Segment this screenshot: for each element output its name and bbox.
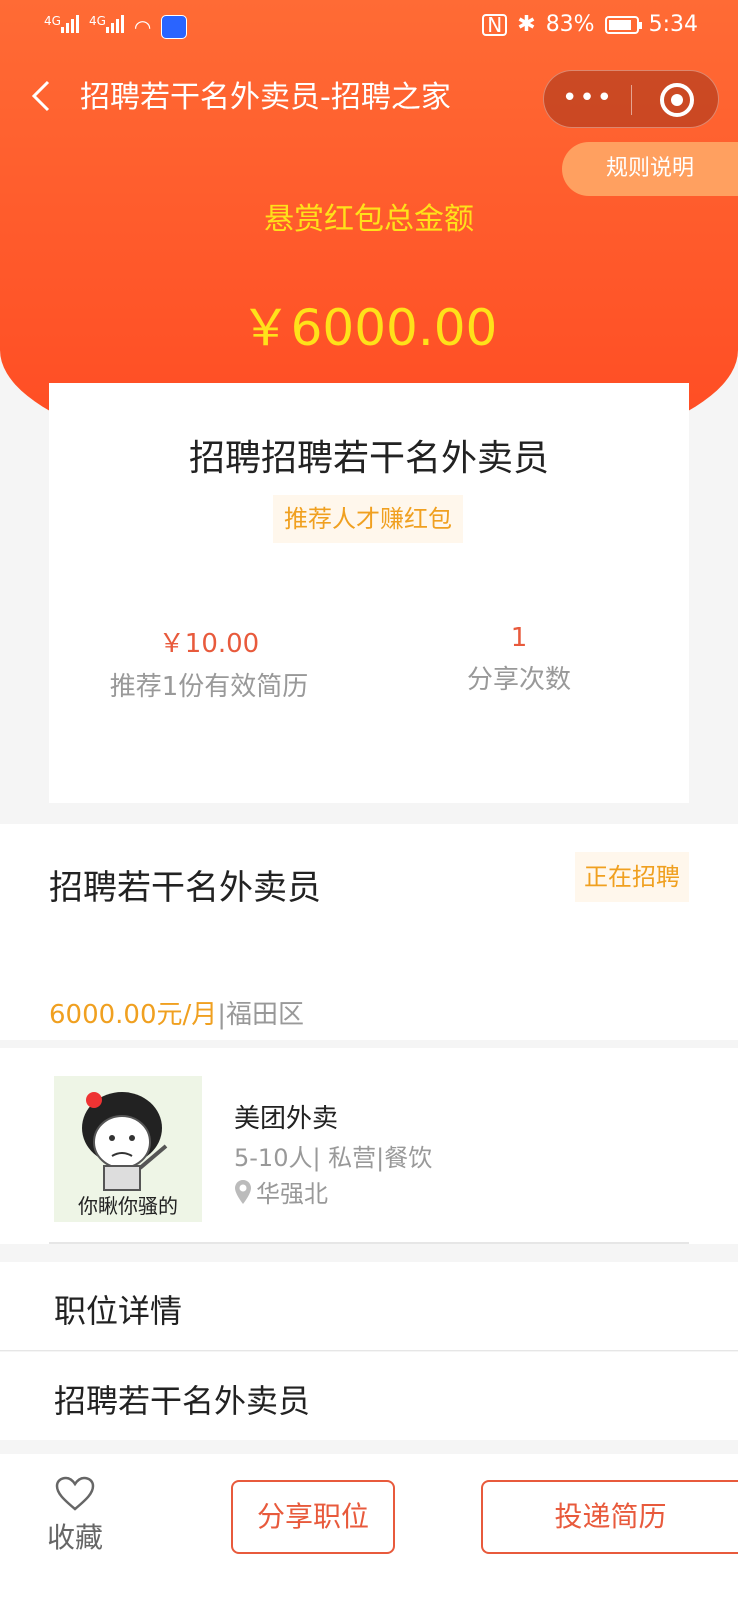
- stat-label: 分享次数: [466, 665, 571, 695]
- location-text: 华强北: [256, 1180, 328, 1208]
- stat-label: 推荐1份有效简历: [109, 672, 309, 702]
- district: 福田区: [226, 1000, 305, 1030]
- company-location: 华强北: [234, 1174, 328, 1209]
- referral-tag: 推荐人才赚红包: [273, 495, 463, 543]
- battery-percent: 83%: [545, 12, 595, 37]
- job-summary: 招聘若干名外卖员 正在招聘 6000.00元/月|福田区: [0, 824, 738, 1040]
- status-badge: 正在招聘: [575, 852, 689, 902]
- rules-button[interactable]: 规则说明: [562, 142, 738, 196]
- wifi-icon: ◠: [133, 14, 152, 39]
- salary: 6000.00元/月: [49, 1000, 218, 1030]
- company-info: 5-10人| 私营|餐饮: [234, 1144, 433, 1172]
- heart-icon: [55, 1476, 95, 1511]
- logo-caption: 你瞅你骚的: [78, 1194, 178, 1218]
- stat-referral: ￥10.00 推荐1份有效简历: [49, 623, 369, 703]
- back-button[interactable]: [28, 76, 68, 120]
- target-icon: [660, 83, 694, 117]
- stat-shares: 1 分享次数: [369, 623, 669, 696]
- nfc-icon: N: [482, 13, 508, 36]
- details-text: 招聘若干名外卖员: [54, 1382, 311, 1420]
- miniprogram-capsule: •••: [543, 70, 719, 128]
- reward-title: 悬赏红包总金额: [264, 202, 474, 237]
- salary-line: 6000.00元/月|福田区: [49, 994, 304, 1031]
- page-title: 招聘若干名外卖员-招聘之家: [80, 80, 451, 115]
- more-button[interactable]: •••: [544, 71, 632, 127]
- close-miniprogram-button[interactable]: [632, 71, 720, 127]
- signal-icon: 4G: [89, 14, 124, 39]
- favorite-button[interactable]: 收藏: [40, 1476, 110, 1556]
- apply-button[interactable]: 投递简历: [481, 1480, 738, 1554]
- bottom-action-bar: 收藏 分享职位 投递简历: [0, 1454, 738, 1600]
- app-notification-icon: [161, 14, 188, 39]
- chevron-left-icon: [31, 80, 50, 112]
- reward-card: 招聘招聘若干名外卖员 推荐人才赚红包 ￥10.00 推荐1份有效简历 1 分享次…: [49, 383, 689, 803]
- separator: |: [217, 1000, 227, 1030]
- stat-value: 1: [510, 623, 528, 653]
- company-logo: 你瞅你骚的: [54, 1076, 202, 1222]
- battery-icon: [604, 15, 642, 34]
- clock: 5:34: [648, 12, 698, 37]
- job-title: 招聘若干名外卖员: [49, 868, 321, 908]
- favorite-label: 收藏: [46, 1521, 103, 1554]
- company-card[interactable]: 你瞅你骚的 美团外卖 5-10人| 私营|餐饮 华强北: [0, 1048, 738, 1244]
- signal-icon: 4G: [44, 14, 79, 39]
- location-pin-icon: [235, 1179, 251, 1204]
- status-bar: 4G 4G ◠ N ✱ 83% 5:34: [0, 0, 738, 56]
- section-title: 职位详情: [54, 1292, 183, 1330]
- reward-job-title: 招聘招聘若干名外卖员: [188, 438, 549, 479]
- divider: [49, 1242, 689, 1244]
- reward-amount: ￥6000.00: [240, 299, 498, 357]
- stat-value: ￥10.00: [158, 629, 260, 659]
- bluetooth-icon: ✱: [517, 12, 536, 37]
- details-header: 职位详情: [0, 1262, 738, 1351]
- details-content: 招聘若干名外卖员: [0, 1352, 738, 1440]
- share-job-button[interactable]: 分享职位: [231, 1480, 395, 1554]
- company-name: 美团外卖: [234, 1104, 339, 1134]
